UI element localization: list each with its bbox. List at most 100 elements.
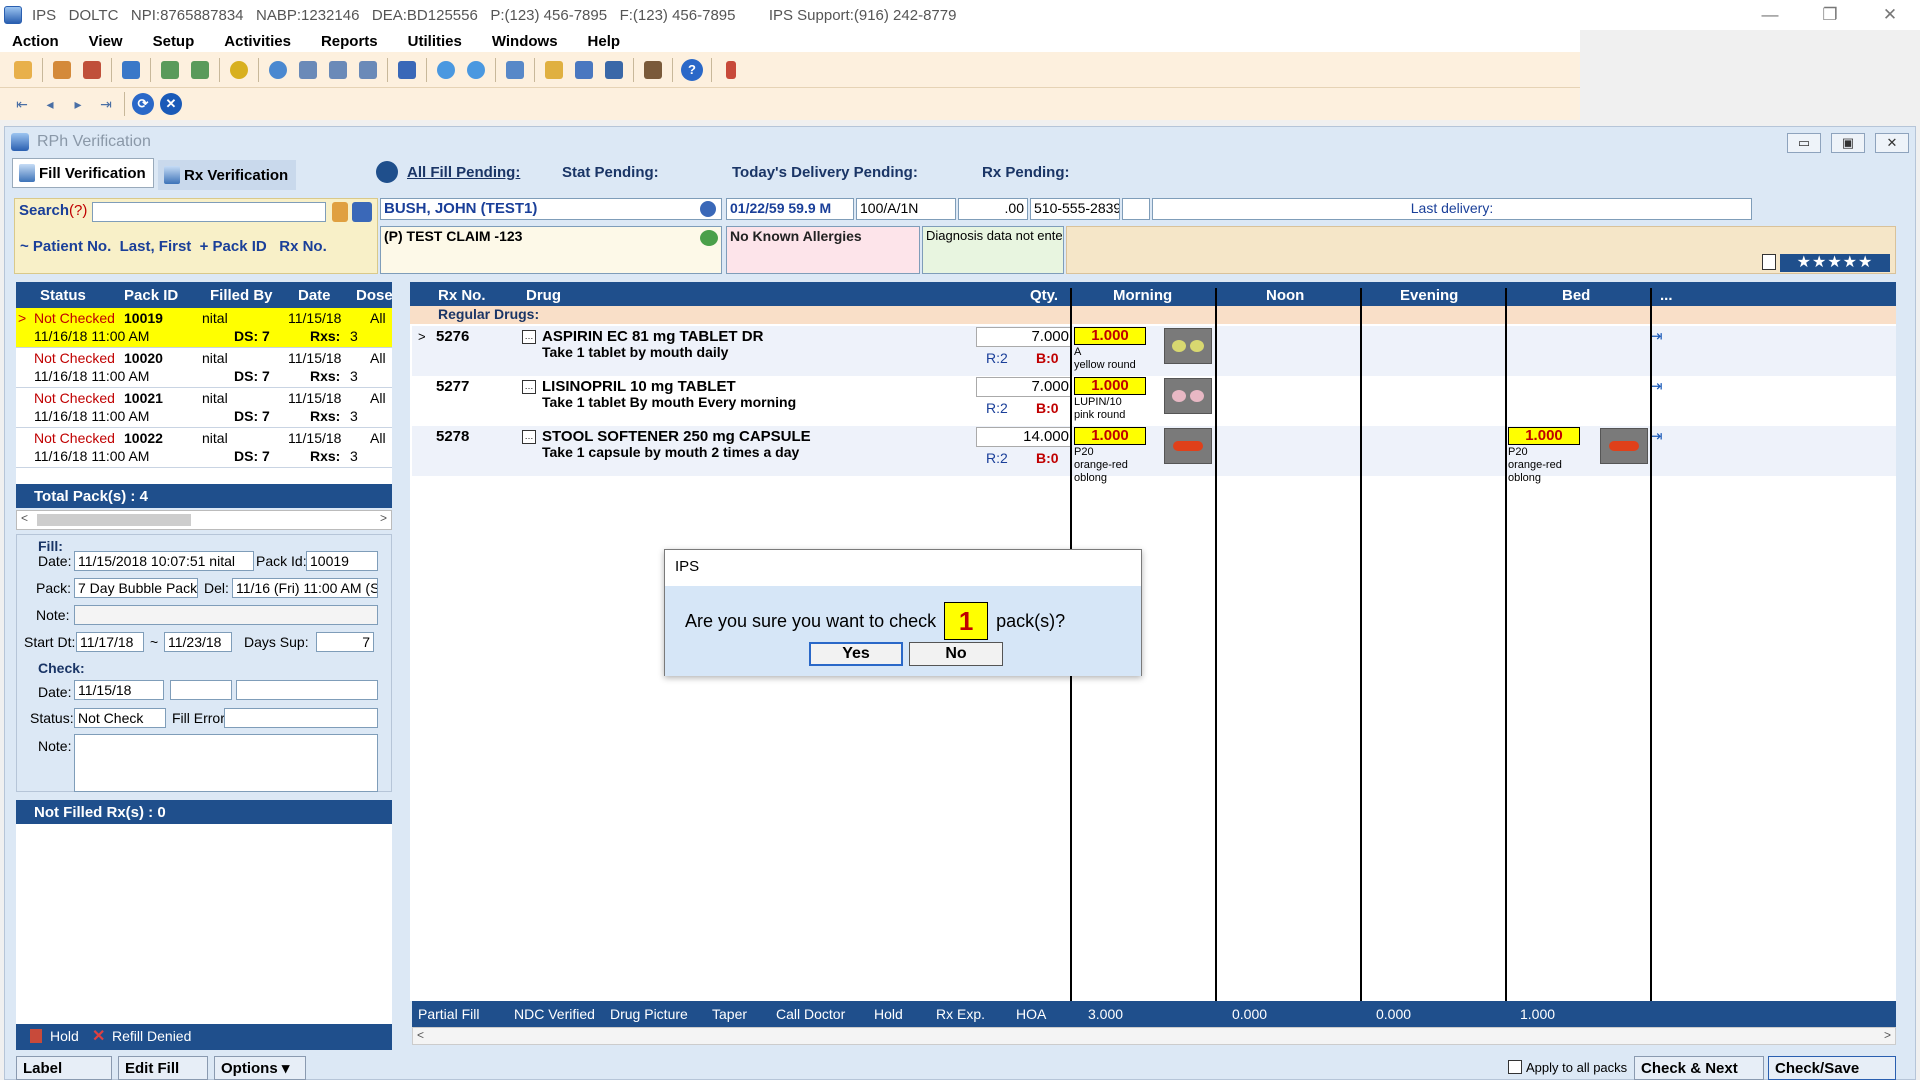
split-icon[interactable] [464,58,488,82]
check-by-field[interactable] [236,680,378,700]
search-input[interactable] [92,202,326,222]
pharmacy-icon[interactable] [119,58,143,82]
col-status[interactable]: Status [40,287,86,304]
dialog-yes-button[interactable]: Yes [809,642,903,666]
bed-pill-image[interactable] [1600,428,1648,464]
menu-help[interactable]: Help [588,33,621,50]
rx-exp-button[interactable]: Rx Exp. [936,1006,985,1022]
refresh-icon[interactable]: ⟳ [132,93,154,115]
next-record-icon[interactable]: ▸ [67,93,89,115]
drug-expand-icon[interactable]: … [522,330,536,344]
pack-row[interactable]: > Not Checked 10019 nital 11/15/18 All 11/16/1… [16,308,392,348]
refresh-pending-icon[interactable] [376,161,398,183]
check-fillerror-select[interactable] [224,708,378,728]
scroll-right-icon[interactable]: > [1884,1028,1891,1042]
phone-icon[interactable] [700,201,716,217]
apply-all-checkbox[interactable] [1508,1060,1522,1074]
drug-qty[interactable]: 7.000 [976,377,1072,397]
partial-fill-button[interactable]: Partial Fill [418,1006,479,1022]
minimize-button[interactable]: — [1740,0,1800,30]
menu-utilities[interactable]: Utilities [408,33,462,50]
check-save-button[interactable]: Check/Save [1768,1056,1896,1080]
document-icon[interactable] [1762,254,1776,270]
last-record-icon[interactable]: ⇥ [95,93,117,115]
menu-windows[interactable]: Windows [492,33,558,50]
export-icon[interactable] [158,58,182,82]
prev-record-icon[interactable]: ◂ [39,93,61,115]
options-button[interactable]: Options ▾ [214,1056,306,1080]
col-morning[interactable]: Morning [1113,287,1172,304]
morning-dose[interactable]: 1.000 [1074,427,1146,445]
exit-icon[interactable] [719,58,743,82]
fill-start-field[interactable]: 11/17/18 [76,632,144,652]
user-icon[interactable] [11,58,35,82]
edit-fill-button[interactable]: Edit Fill [118,1056,208,1080]
fill-pack-field[interactable]: 7 Day Bubble Pack [74,578,198,598]
hold-label[interactable]: Hold [50,1028,79,1044]
taper-button[interactable]: Taper [712,1006,747,1022]
drug-qty[interactable]: 7.000 [976,327,1072,347]
import-icon[interactable] [188,58,212,82]
refill-denied-label[interactable]: Refill Denied [112,1028,191,1044]
scroll-right-icon[interactable]: > [380,511,387,525]
col-more[interactable]: ... [1660,287,1673,304]
call-doctor-button[interactable]: Call Doctor [776,1006,845,1022]
patient-search-icon[interactable] [332,202,348,222]
fill-packid-field[interactable]: 10019 [306,551,378,571]
hold-button[interactable]: Hold [874,1006,903,1022]
morning-pill-image[interactable] [1164,428,1212,464]
drug-expand-icon[interactable]: … [522,430,536,444]
truck-icon[interactable] [395,58,419,82]
filter2-icon[interactable] [326,58,350,82]
first-record-icon[interactable]: ⇤ [11,93,33,115]
scroll-left-icon[interactable]: < [21,511,28,525]
search-icon[interactable] [266,58,290,82]
fill-del-field[interactable]: 11/16 (Fri) 11:00 AM (S [232,578,378,598]
drug-action-icon[interactable]: ⇥ [1650,327,1672,347]
calendar-search-icon[interactable] [352,202,372,222]
drug-row[interactable]: 5278 … STOOL SOFTENER 250 mg CAPSULE Take 1… [412,426,1896,484]
col-evening[interactable]: Evening [1400,287,1458,304]
fill-date-field[interactable]: 11/15/2018 10:07:51 nital [74,551,254,571]
check-next-button[interactable]: Check & Next [1634,1056,1764,1080]
pack-row[interactable]: Not Checked 10022 nital 11/15/18 All 11/16/18… [16,428,392,468]
col-rx-no[interactable]: Rx No. [438,287,486,304]
book-icon[interactable] [641,58,665,82]
check-time-field[interactable] [170,680,232,700]
menu-activities[interactable]: Activities [224,33,291,50]
pack-row[interactable]: Not Checked 10021 nital 11/15/18 All 11/16/18… [16,388,392,428]
fill-dayssup-field[interactable]: 7 [316,632,374,652]
rph-minimize-button[interactable]: ▭ [1787,133,1821,153]
menu-reports[interactable]: Reports [321,33,378,50]
fill-end-field[interactable]: 11/23/18 [164,632,232,652]
check-status-select[interactable]: Not Check [74,708,166,728]
hoa-button[interactable]: HOA [1016,1006,1046,1022]
drug-action-icon[interactable]: ⇥ [1650,377,1672,397]
filter3-icon[interactable] [356,58,380,82]
drug-hscrollbar[interactable]: < > [412,1027,1896,1045]
ndc-verified-button[interactable]: NDC Verified [514,1006,595,1022]
filter-icon[interactable] [296,58,320,82]
home-icon[interactable] [80,58,104,82]
col-filled-by[interactable]: Filled By [210,287,273,304]
help-icon[interactable]: ? [680,58,704,82]
col-bed[interactable]: Bed [1562,287,1590,304]
copy-icon[interactable] [503,58,527,82]
pack-scroll-thumb[interactable] [37,514,191,526]
scroll-left-icon[interactable]: < [417,1028,424,1042]
menu-action[interactable]: Action [12,33,59,50]
morning-dose[interactable]: 1.000 [1074,377,1146,395]
morning-dose[interactable]: 1.000 [1074,327,1146,345]
col-qty[interactable]: Qty. [1030,287,1058,304]
tab-fill-verification[interactable]: Fill Verification [12,158,154,188]
calendar-icon[interactable] [572,58,596,82]
search-help-link[interactable]: (?) [69,202,87,219]
restore-button[interactable]: ❐ [1800,0,1860,30]
dialog-no-button[interactable]: No [909,642,1003,666]
tab-rx-verification[interactable]: Rx Verification [158,160,296,190]
drug-expand-icon[interactable]: … [522,380,536,394]
col-drug[interactable]: Drug [526,287,561,304]
grid-icon[interactable] [602,58,626,82]
fill-note-field[interactable] [74,605,378,625]
morning-pill-image[interactable] [1164,328,1212,364]
